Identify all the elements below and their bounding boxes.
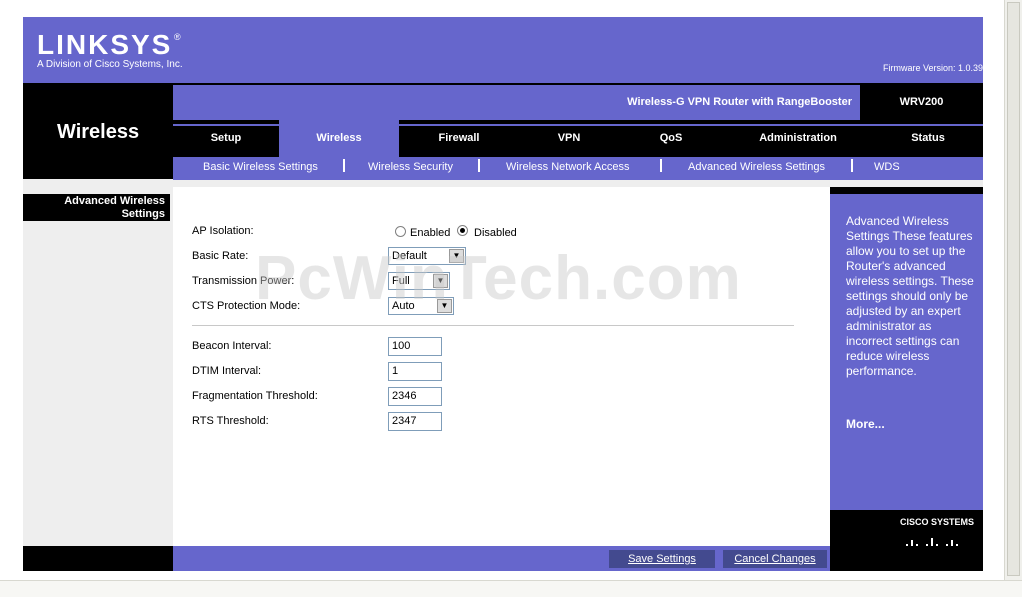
- subtab-separator: [478, 159, 480, 172]
- ap-isolation-label: AP Isolation:: [192, 225, 254, 237]
- subtab-basic-wireless-settings[interactable]: Basic Wireless Settings: [203, 161, 318, 173]
- subtab-advanced-wireless-settings[interactable]: Advanced Wireless Settings: [688, 161, 825, 173]
- scrollbar-thumb[interactable]: [1007, 2, 1020, 576]
- left-column: [23, 180, 173, 546]
- fragmentation-threshold-label: Fragmentation Threshold:: [192, 390, 318, 402]
- tab-setup[interactable]: Setup: [173, 120, 279, 157]
- tab-qos[interactable]: QoS: [619, 120, 723, 157]
- dtim-interval-input[interactable]: 1: [388, 362, 442, 381]
- subtab-wireless-network-access[interactable]: Wireless Network Access: [506, 161, 629, 173]
- rts-threshold-label: RTS Threshold:: [192, 415, 269, 427]
- help-more-link[interactable]: More...: [846, 417, 885, 431]
- help-text: Advanced Wireless Settings These feature…: [846, 214, 974, 378]
- help-panel: Advanced Wireless Settings These feature…: [830, 194, 983, 510]
- sub-tabs: Basic Wireless Settings Wireless Securit…: [173, 157, 983, 180]
- subtab-wds[interactable]: WDS: [874, 161, 900, 173]
- tab-wireless[interactable]: Wireless: [279, 120, 399, 157]
- tab-firewall[interactable]: Firewall: [399, 120, 519, 157]
- firmware-version: Firmware Version: 1.0.39: [882, 63, 983, 73]
- horizontal-scrollbar[interactable]: [0, 580, 1022, 597]
- cancel-changes-button[interactable]: Cancel Changes: [723, 550, 827, 568]
- logo-subtitle: A Division of Cisco Systems, Inc.: [37, 59, 183, 70]
- beacon-interval-label: Beacon Interval:: [192, 340, 272, 352]
- basic-rate-label: Basic Rate:: [192, 250, 249, 262]
- linksys-logo: LINKSYS: [37, 29, 173, 60]
- product-bar: Wireless-G VPN Router with RangeBooster: [173, 85, 860, 120]
- ap-isolation-enabled-radio[interactable]: [395, 226, 406, 237]
- left-section-label: Advanced Wireless Settings: [23, 194, 170, 221]
- model-number: WRV200: [860, 85, 983, 120]
- router-admin-frame: LINKSYS ® A Division of Cisco Systems, I…: [23, 17, 983, 571]
- radio-selected-dot: [460, 228, 465, 233]
- header-banner: LINKSYS ® A Division of Cisco Systems, I…: [23, 17, 983, 83]
- subtab-separator: [660, 159, 662, 172]
- ap-isolation-disabled-radio[interactable]: [457, 225, 468, 236]
- tab-status[interactable]: Status: [873, 120, 983, 157]
- subtab-separator: [343, 159, 345, 172]
- rts-threshold-input[interactable]: 2347: [388, 412, 442, 431]
- save-settings-button[interactable]: Save Settings: [609, 550, 715, 568]
- watermark: PcWinTech.com: [255, 244, 742, 313]
- form-divider: [192, 325, 794, 326]
- ap-isolation-disabled-label: Disabled: [474, 227, 517, 239]
- cisco-logo-text: CISCO SYSTEMS: [900, 517, 975, 527]
- footer-right: [830, 546, 983, 571]
- fragmentation-threshold-input[interactable]: 2346: [388, 387, 442, 406]
- tab-administration[interactable]: Administration: [723, 120, 873, 157]
- main-tabs: Setup Wireless Firewall VPN QoS Administ…: [173, 120, 983, 157]
- subtab-separator: [851, 159, 853, 172]
- footer-left: [23, 546, 173, 571]
- tab-vpn[interactable]: VPN: [519, 120, 619, 157]
- browser-page: LINKSYS ® A Division of Cisco Systems, I…: [0, 0, 1022, 597]
- beacon-interval-input[interactable]: 100: [388, 337, 442, 356]
- registered-mark: ®: [174, 32, 181, 42]
- ap-isolation-enabled-label: Enabled: [410, 227, 451, 239]
- settings-form: AP Isolation: Enabled Disabled Basic Rat…: [173, 187, 830, 546]
- vertical-scrollbar[interactable]: [1004, 0, 1022, 580]
- product-name: Wireless-G VPN Router with RangeBooster: [627, 96, 852, 108]
- footer-bar: Save Settings Cancel Changes: [173, 546, 830, 571]
- subtab-wireless-security[interactable]: Wireless Security: [368, 161, 453, 173]
- dtim-interval-label: DTIM Interval:: [192, 365, 262, 377]
- section-title: Wireless: [57, 121, 140, 143]
